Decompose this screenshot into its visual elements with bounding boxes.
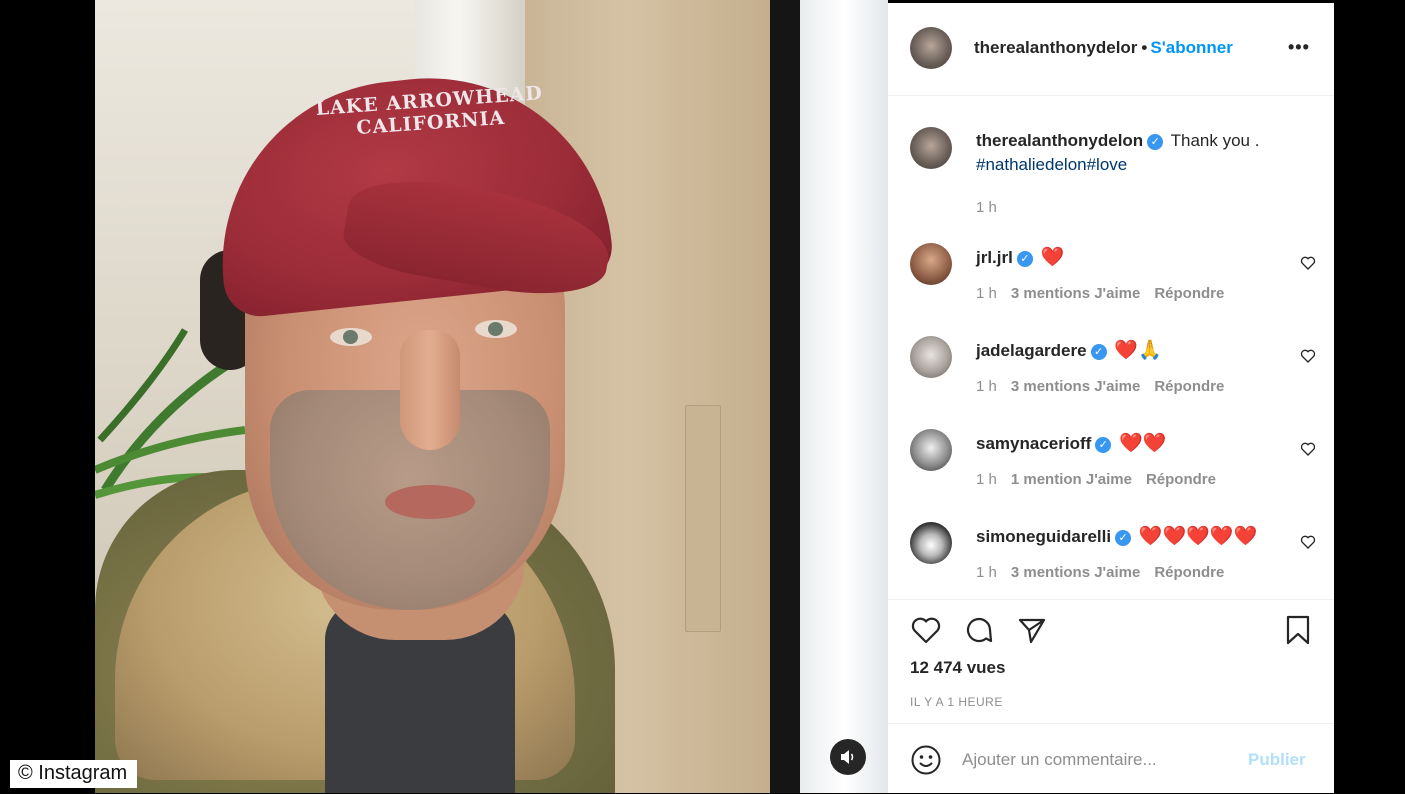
comment-text: ❤️❤️ (1119, 433, 1167, 454)
share-send-icon[interactable] (1016, 614, 1048, 646)
post-actions: 12 474 vues IL Y A 1 HEURE (888, 599, 1334, 724)
list-item: samynacerioff ✓ ❤️❤️ 1 h 1 mention J'aime R… (888, 429, 1334, 519)
caption-hashtags[interactable]: #nathaliedelon#love (976, 155, 1127, 174)
comment-meta: 1 h 3 mentions J'aime Répondre (976, 564, 1238, 581)
comment-time[interactable]: 1 h (976, 285, 997, 302)
verified-badge-icon: ✓ (1115, 530, 1132, 546)
like-heart-icon[interactable] (1300, 255, 1316, 271)
mouth (385, 485, 475, 519)
comment-time[interactable]: 1 h (976, 564, 997, 581)
header-user-line: therealanthonydelor • S'abonner (974, 38, 1233, 58)
right-eye (475, 320, 517, 338)
caption-username[interactable]: therealanthonydelon (976, 131, 1143, 150)
comment-meta: 1 h 1 mention J'aime Répondre (976, 471, 1230, 488)
reply-button[interactable]: Répondre (1146, 471, 1216, 488)
left-eye (330, 328, 372, 346)
caption-meta: 1 h (976, 199, 1011, 216)
comment-likes[interactable]: 1 mention J'aime (1011, 471, 1132, 488)
emoji-smile-icon[interactable] (910, 744, 942, 776)
post-timestamp[interactable]: IL Y A 1 HEURE (910, 695, 1003, 709)
like-heart-icon[interactable] (910, 614, 942, 646)
comment-text: ❤️🙏 (1114, 340, 1162, 361)
reply-button[interactable]: Répondre (1154, 378, 1224, 395)
caption-text: therealanthonydelon ✓ Thank you . #nathal… (976, 129, 1316, 177)
avatar[interactable] (910, 429, 952, 471)
comment-username[interactable]: jrl.jrl (976, 248, 1013, 267)
sound-toggle-button[interactable] (830, 739, 866, 775)
comment-meta: 1 h 3 mentions J'aime Répondre (976, 285, 1238, 302)
comment-time[interactable]: 1 h (976, 378, 997, 395)
door-hinge (685, 405, 721, 632)
photo-credit: © Instagram (10, 760, 138, 788)
comment-likes[interactable]: 3 mentions J'aime (1011, 285, 1140, 302)
comment-username[interactable]: jadelagardere (976, 341, 1087, 360)
more-options-icon[interactable]: ••• (1288, 37, 1310, 58)
post-header: therealanthonydelor • S'abonner ••• (888, 3, 1334, 96)
comment-text: ❤️❤️❤️❤️❤️ (1138, 526, 1258, 547)
avatar[interactable] (910, 243, 952, 285)
comment-likes[interactable]: 3 mentions J'aime (1011, 378, 1140, 395)
publish-button[interactable]: Publier (1248, 750, 1306, 770)
avatar[interactable] (910, 27, 952, 69)
bookmark-save-icon[interactable] (1282, 614, 1314, 646)
header-username[interactable]: therealanthonydelor (974, 38, 1137, 57)
comment-bubble-icon[interactable] (963, 614, 995, 646)
door-edge (770, 0, 800, 793)
comment-line: jadelagardere ✓ ❤️🙏 (976, 338, 1162, 362)
post-side-panel: therealanthonydelor • S'abonner ••• therea… (888, 3, 1334, 793)
reply-button[interactable]: Répondre (1154, 564, 1224, 581)
follow-button[interactable]: S'abonner (1150, 38, 1232, 57)
comment-line: samynacerioff ✓ ❤️❤️ (976, 431, 1166, 455)
separator-dot: • (1141, 38, 1148, 57)
caption-body: Thank you . (1170, 131, 1260, 150)
like-heart-icon[interactable] (1300, 534, 1316, 550)
view-count[interactable]: 12 474 vues (910, 658, 1005, 678)
comment-username[interactable]: simoneguidarelli (976, 527, 1111, 546)
comment-text: ❤️ (1040, 247, 1065, 268)
verified-badge-icon: ✓ (1090, 344, 1107, 360)
comment-line: jrl.jrl ✓ ❤️ (976, 245, 1064, 269)
list-item: jrl.jrl ✓ ❤️ 1 h 3 mentions J'aime Répondre (888, 243, 1334, 333)
comment-meta: 1 h 3 mentions J'aime Répondre (976, 378, 1238, 395)
reply-button[interactable]: Répondre (1154, 285, 1224, 302)
nose (400, 330, 460, 450)
comment-likes[interactable]: 3 mentions J'aime (1011, 564, 1140, 581)
list-item: jadelagardere ✓ ❤️🙏 1 h 3 mentions J'aime R… (888, 336, 1334, 426)
comment-line: simoneguidarelli ✓ ❤️❤️❤️❤️❤️ (976, 524, 1257, 548)
avatar[interactable] (910, 127, 952, 169)
like-heart-icon[interactable] (1300, 441, 1316, 457)
verified-badge-icon: ✓ (1147, 134, 1164, 150)
bright-window (800, 0, 888, 793)
add-comment-bar: Ajouter un commentaire... Publier (888, 723, 1334, 794)
video-player[interactable]: LAKE ARROWHEAD CALIFORNIA (95, 0, 888, 793)
avatar[interactable] (910, 522, 952, 564)
caption-time[interactable]: 1 h (976, 199, 997, 216)
comment-time[interactable]: 1 h (976, 471, 997, 488)
verified-badge-icon: ✓ (1016, 251, 1033, 267)
comment-input[interactable]: Ajouter un commentaire... (962, 750, 1232, 770)
like-heart-icon[interactable] (1300, 348, 1316, 364)
avatar[interactable] (910, 336, 952, 378)
speaker-icon (841, 750, 854, 764)
verified-badge-icon: ✓ (1095, 437, 1112, 453)
comment-username[interactable]: samynacerioff (976, 434, 1091, 453)
